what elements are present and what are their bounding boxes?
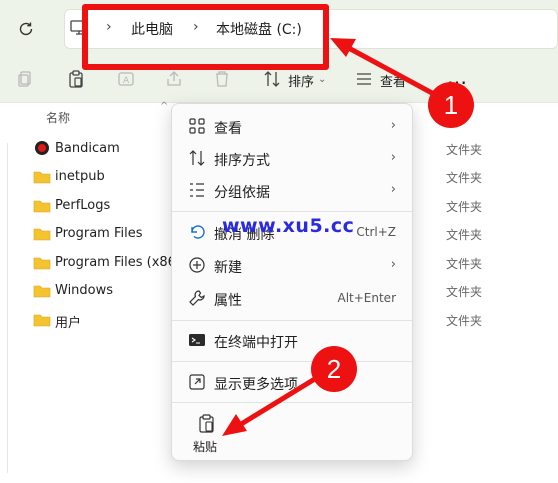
view-button[interactable]: 查看 bbox=[380, 71, 406, 90]
file-type: 文件夹 bbox=[446, 143, 483, 157]
chevron-right-icon: › bbox=[390, 150, 396, 165]
file-type: 文件夹 bbox=[446, 314, 483, 328]
menu-item-label: 查看 bbox=[214, 121, 242, 137]
menu-item-group-by[interactable]: 分组依据 › bbox=[176, 174, 410, 206]
cut-icon[interactable] bbox=[16, 69, 36, 89]
file-name: inetpub bbox=[55, 169, 105, 184]
menu-item-label: 在终端中打开 bbox=[214, 335, 298, 351]
terminal-icon bbox=[189, 334, 205, 346]
menu-separator bbox=[172, 361, 412, 362]
file-type: 文件夹 bbox=[446, 200, 483, 214]
file-name: PerfLogs bbox=[55, 198, 111, 213]
group-icon bbox=[190, 183, 204, 197]
file-name: Bandicam bbox=[55, 141, 120, 156]
chevron-right-icon: › bbox=[390, 257, 396, 272]
folder-icon bbox=[33, 257, 51, 270]
paste-icon[interactable] bbox=[198, 414, 216, 434]
menu-item-properties[interactable]: 属性 Alt+Enter bbox=[176, 282, 410, 314]
chevron-down-icon: ⌄ bbox=[318, 74, 327, 85]
menu-item-label: 新建 bbox=[214, 260, 242, 276]
grid-icon bbox=[189, 118, 205, 134]
menu-item-show-more[interactable]: 显示更多选项 bbox=[176, 366, 410, 398]
delete-icon[interactable] bbox=[212, 69, 232, 89]
shortcut-label: Alt+Enter bbox=[337, 291, 396, 305]
recording-icon bbox=[35, 141, 49, 155]
context-menu: 查看 › 排序方式 › 分组依据 › 撤消 删除 Ctrl+Z 新建 › 属性 … bbox=[171, 103, 413, 461]
sort-icon bbox=[189, 150, 205, 166]
menu-item-open-terminal[interactable]: 在终端中打开 bbox=[176, 324, 410, 356]
annotation-badge-2: 2 bbox=[311, 346, 357, 392]
file-type: 文件夹 bbox=[446, 285, 483, 299]
annotation-badge-1: 1 bbox=[428, 82, 474, 128]
chevron-right-icon: › bbox=[390, 182, 396, 197]
file-type: 文件夹 bbox=[446, 228, 483, 242]
menu-item-sort-by[interactable]: 排序方式 › bbox=[176, 142, 410, 174]
undo-icon bbox=[191, 225, 205, 239]
menu-separator bbox=[172, 320, 412, 321]
sort-icon[interactable] bbox=[262, 69, 282, 89]
wrench-icon bbox=[189, 290, 205, 306]
file-name: Program Files (x86) bbox=[55, 255, 182, 270]
new-icon bbox=[189, 257, 205, 273]
watermark: www.xu5.cc bbox=[222, 215, 355, 237]
folder-icon bbox=[33, 228, 51, 241]
file-name: Windows bbox=[55, 283, 114, 298]
menu-item-view[interactable]: 查看 › bbox=[176, 110, 410, 142]
annotation-highlight-box bbox=[82, 4, 329, 70]
folder-icon bbox=[33, 285, 51, 298]
paste-button[interactable]: 粘贴 bbox=[193, 438, 217, 455]
show-more-icon bbox=[189, 374, 205, 390]
menu-item-label: 分组依据 bbox=[214, 185, 270, 201]
svg-text:A: A bbox=[123, 76, 130, 86]
file-name: 用户 bbox=[55, 316, 82, 331]
folder-icon bbox=[33, 314, 51, 327]
refresh-icon[interactable] bbox=[16, 19, 36, 39]
file-name: Program Files bbox=[55, 226, 143, 241]
sort-button[interactable]: 排序 bbox=[288, 71, 314, 90]
menu-item-new[interactable]: 新建 › bbox=[176, 249, 410, 281]
share-icon[interactable] bbox=[164, 69, 184, 89]
rename-icon[interactable]: A bbox=[116, 69, 136, 89]
folder-icon bbox=[33, 171, 51, 184]
column-header-name[interactable]: 名称 bbox=[46, 109, 70, 126]
file-type: 文件夹 bbox=[446, 257, 483, 271]
menu-item-label: 显示更多选项 bbox=[214, 377, 298, 393]
view-icon[interactable] bbox=[354, 69, 374, 89]
menu-item-label: 排序方式 bbox=[214, 153, 270, 169]
folder-icon bbox=[33, 200, 51, 213]
menu-separator bbox=[172, 211, 412, 212]
file-type: 文件夹 bbox=[446, 171, 483, 185]
chevron-right-icon: › bbox=[390, 118, 396, 133]
menu-item-label: 属性 bbox=[214, 293, 242, 309]
menu-separator bbox=[172, 402, 412, 403]
paste-icon[interactable] bbox=[66, 69, 86, 89]
shortcut-label: Ctrl+Z bbox=[356, 225, 396, 239]
sort-caret-icon: ^ bbox=[160, 101, 169, 112]
